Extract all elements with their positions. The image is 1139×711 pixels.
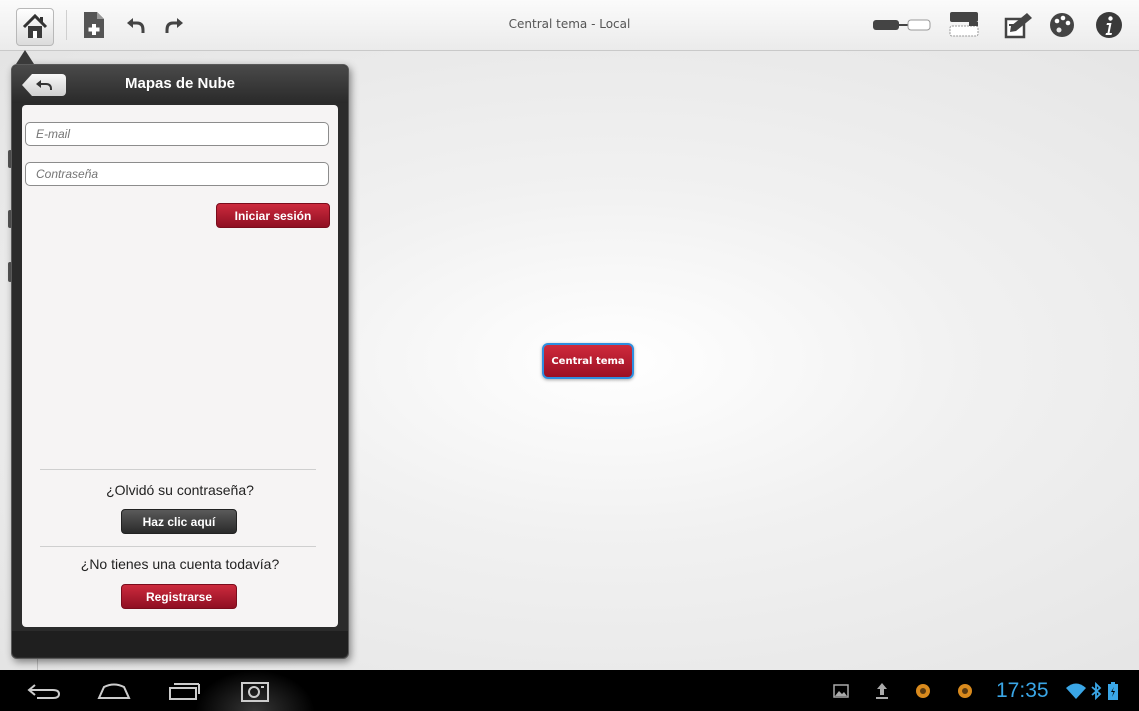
map-structure-icon: [949, 12, 979, 37]
layout-toggle-button[interactable]: [872, 9, 932, 41]
info-button[interactable]: [1093, 9, 1125, 41]
login-form: Iniciar sesión ¿Olvidó su contraseña? Ha…: [22, 105, 338, 627]
app-notification-icon: [916, 684, 930, 698]
wifi-icon: [1066, 683, 1086, 699]
status-clock[interactable]: 17:35: [996, 679, 1049, 703]
gallery-notification[interactable]: [832, 678, 850, 704]
divider: [40, 546, 316, 547]
recent-apps-button[interactable]: [166, 678, 202, 704]
email-field[interactable]: [25, 122, 329, 146]
bluetooth-status: [1089, 678, 1103, 704]
home-nav-button[interactable]: [96, 678, 132, 704]
recent-apps-icon: [169, 683, 200, 700]
password-field[interactable]: [25, 162, 329, 186]
upload-icon: [876, 683, 888, 699]
panel-title: Mapas de Nube: [124, 75, 236, 92]
click-here-button[interactable]: Haz clic aquí: [121, 509, 237, 534]
screenshot-button[interactable]: [238, 678, 272, 704]
theme-palette-button[interactable]: [1046, 9, 1078, 41]
edit-note-icon: [1004, 13, 1032, 39]
palette-icon: [1050, 13, 1074, 37]
app-notification-icon-2: [958, 684, 972, 698]
top-toolbar: Central tema - Local: [0, 0, 1139, 51]
central-topic-node[interactable]: Central tema: [542, 343, 634, 379]
app-notification[interactable]: [914, 678, 932, 704]
cloud-maps-panel: Mapas de Nube Iniciar sesión ¿Olvidó su …: [11, 64, 349, 659]
edit-note-button[interactable]: [1003, 9, 1035, 41]
register-button[interactable]: Registrarse: [121, 584, 237, 609]
screenshot-icon: [241, 682, 269, 702]
wifi-status: [1064, 678, 1088, 704]
panel-footer: [12, 631, 348, 657]
back-icon: [27, 684, 61, 699]
app-notification-2[interactable]: [956, 678, 974, 704]
info-icon: [1096, 12, 1122, 38]
forgot-password-text: ¿Olvidó su contraseña?: [106, 482, 254, 498]
panel-pointer: [16, 50, 34, 64]
upload-notification[interactable]: [874, 678, 890, 704]
battery-icon: [1108, 682, 1118, 700]
no-account-text: ¿No tienes una cuenta todavía?: [80, 556, 280, 572]
map-structure-button[interactable]: [947, 9, 981, 41]
system-navigation-bar: 17:35: [0, 670, 1139, 711]
back-nav-button[interactable]: [26, 678, 64, 704]
gallery-icon: [833, 684, 849, 698]
bluetooth-icon: [1091, 682, 1102, 700]
panel-header: Mapas de Nube: [12, 65, 348, 103]
login-button[interactable]: Iniciar sesión: [216, 203, 330, 228]
home-nav-icon: [97, 683, 131, 699]
layout-toggle-icon: [873, 19, 931, 31]
divider: [40, 469, 316, 470]
battery-status: [1106, 678, 1120, 704]
